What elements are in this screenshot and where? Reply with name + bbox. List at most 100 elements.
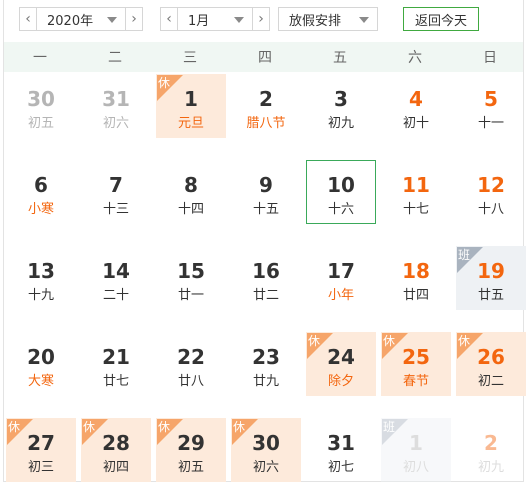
day-number: 8 <box>184 173 198 197</box>
lunar-date: 大寒 <box>27 374 54 389</box>
day-cell[interactable]: 16 廿二 <box>231 246 301 310</box>
year-select[interactable]: 2020年 <box>36 7 126 31</box>
day-cell[interactable]: 23 廿九 <box>231 332 301 396</box>
day-cell[interactable]: 15 廿一 <box>156 246 226 310</box>
day-cell[interactable]: 21 廿七 <box>81 332 151 396</box>
day-cell[interactable]: 30 初五 <box>6 74 76 138</box>
calendar-toolbar: ‹ 2020年 › ‹ 1月 › 放假安排 返回今天 <box>4 0 523 42</box>
day-number: 10 <box>327 173 355 197</box>
lunar-date: 春节 <box>402 374 429 389</box>
lunar-date: 二十 <box>102 288 129 303</box>
back-to-today-button[interactable]: 返回今天 <box>403 7 479 31</box>
chevron-down-icon <box>107 17 117 23</box>
day-cell[interactable]: 休 30 初六 <box>231 418 301 482</box>
lunar-date: 初五 <box>27 116 54 131</box>
day-cell[interactable]: 休 27 初三 <box>6 418 76 482</box>
day-cell[interactable]: 休 24 除夕 <box>306 332 376 396</box>
lunar-date: 初九 <box>327 116 354 131</box>
day-cell[interactable]: 休 29 初五 <box>156 418 226 482</box>
day-number: 20 <box>27 345 55 369</box>
day-cell[interactable]: 休 28 初四 <box>81 418 151 482</box>
day-cell[interactable]: 8 十四 <box>156 160 226 224</box>
day-cell[interactable]: 18 廿四 <box>381 246 451 310</box>
lunar-date: 初四 <box>102 460 129 475</box>
day-cell[interactable]: 11 十七 <box>381 160 451 224</box>
weekday-label: 四 <box>258 50 272 66</box>
lunar-date: 廿七 <box>102 374 129 389</box>
day-cell[interactable]: 休 26 初二 <box>456 332 526 396</box>
weekday-label: 日 <box>483 50 497 66</box>
day-cell[interactable]: 13 十九 <box>6 246 76 310</box>
day-number: 30 <box>27 87 55 111</box>
day-cell[interactable]: 31 初六 <box>81 74 151 138</box>
lunar-date: 十九 <box>27 288 54 303</box>
day-cell[interactable]: 22 廿八 <box>156 332 226 396</box>
holiday-select-value: 放假安排 <box>289 13 342 29</box>
prev-month-button[interactable]: ‹ <box>160 7 178 31</box>
day-number: 13 <box>27 259 55 283</box>
month-select-value: 1月 <box>188 13 210 29</box>
day-cell[interactable]: 9 十五 <box>231 160 301 224</box>
weekday-label: 六 <box>408 50 422 66</box>
chevron-down-icon <box>359 17 369 23</box>
day-number: 7 <box>109 173 123 197</box>
lunar-date: 初六 <box>102 116 129 131</box>
lunar-date: 初八 <box>402 460 429 475</box>
lunar-date: 初三 <box>27 460 54 475</box>
lunar-date: 十七 <box>402 202 429 217</box>
day-cell[interactable]: 17 小年 <box>306 246 376 310</box>
day-number: 16 <box>252 259 280 283</box>
day-cell[interactable]: 2 初九 <box>456 418 526 482</box>
calendar-widget: ‹ 2020年 › ‹ 1月 › 放假安排 返回今天 一二三四五六日 30 初五 3… <box>3 0 526 482</box>
day-number: 25 <box>402 345 430 369</box>
day-number: 15 <box>177 259 205 283</box>
chevron-down-icon <box>234 17 244 23</box>
day-cell[interactable]: 2 腊八节 <box>231 74 301 138</box>
lunar-date: 初六 <box>252 460 279 475</box>
lunar-date: 腊八节 <box>246 116 286 131</box>
day-number: 17 <box>327 259 355 283</box>
weekday-label: 一 <box>33 50 47 66</box>
day-cell[interactable]: 休 25 春节 <box>381 332 451 396</box>
lunar-date: 初五 <box>177 460 204 475</box>
day-cell[interactable]: 6 小寒 <box>6 160 76 224</box>
month-select[interactable]: 1月 <box>177 7 253 31</box>
day-cell[interactable]: 班 19 廿五 <box>456 246 526 310</box>
prev-year-button[interactable]: ‹ <box>19 7 37 31</box>
day-cell[interactable]: 20 大寒 <box>6 332 76 396</box>
lunar-date: 十四 <box>177 202 204 217</box>
weekday-label: 三 <box>183 50 197 66</box>
day-cell[interactable]: 7 十三 <box>81 160 151 224</box>
day-number: 14 <box>102 259 130 283</box>
day-cell[interactable]: 休 1 元旦 <box>156 74 226 138</box>
day-number: 5 <box>484 87 498 111</box>
day-number: 6 <box>34 173 48 197</box>
day-cell[interactable]: 班 1 初八 <box>381 418 451 482</box>
day-cell[interactable]: 14 二十 <box>81 246 151 310</box>
day-cell[interactable]: 31 初七 <box>306 418 376 482</box>
day-cell[interactable]: 4 初十 <box>381 74 451 138</box>
lunar-date: 初七 <box>327 460 354 475</box>
lunar-date: 十八 <box>477 202 504 217</box>
lunar-date: 小年 <box>327 288 354 303</box>
day-number: 4 <box>409 87 423 111</box>
day-number: 19 <box>477 259 505 283</box>
lunar-date: 十五 <box>252 202 279 217</box>
day-number: 29 <box>177 431 205 455</box>
day-number: 2 <box>484 431 498 455</box>
day-cell[interactable]: 3 初九 <box>306 74 376 138</box>
day-number: 11 <box>402 173 430 197</box>
day-cell[interactable]: 12 十八 <box>456 160 526 224</box>
day-number: 24 <box>327 345 355 369</box>
day-number: 30 <box>252 431 280 455</box>
next-year-button[interactable]: › <box>125 7 143 31</box>
day-number: 28 <box>102 431 130 455</box>
weekday-header: 一二三四五六日 <box>4 42 523 72</box>
day-cell[interactable]: 10 十六 <box>306 160 376 224</box>
day-cell[interactable]: 5 十一 <box>456 74 526 138</box>
lunar-date: 廿九 <box>252 374 279 389</box>
next-month-button[interactable]: › <box>252 7 270 31</box>
day-number: 12 <box>477 173 505 197</box>
holiday-arrangement-select[interactable]: 放假安排 <box>278 7 378 31</box>
lunar-date: 十一 <box>477 116 504 131</box>
